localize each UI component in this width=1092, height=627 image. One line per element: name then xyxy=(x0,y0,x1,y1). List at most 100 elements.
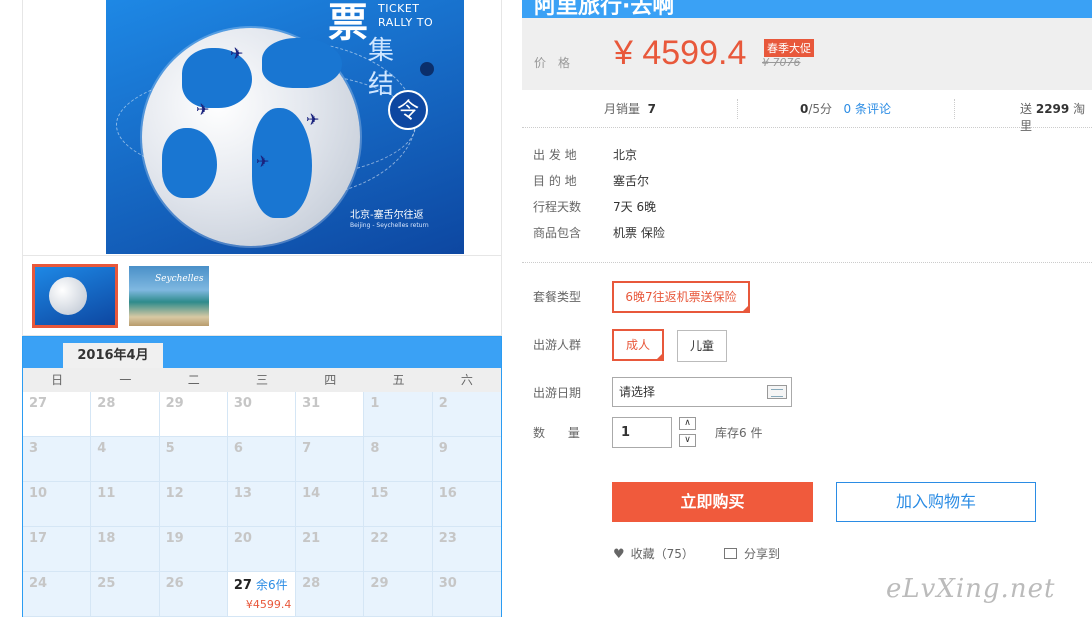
poster-badge: 令 xyxy=(388,90,428,130)
monthly-sales: 月销量 7 xyxy=(604,102,657,116)
calendar-day-cell: 17 xyxy=(23,527,92,572)
calendar-day-cell: 31 xyxy=(296,392,365,437)
calendar-day-number: 6 xyxy=(233,441,243,456)
calendar-day-cell: 8 xyxy=(364,437,433,482)
calendar-day-number: 9 xyxy=(438,441,448,456)
calendar-day-cell: 18 xyxy=(91,527,160,572)
calendar-day-cell: 25 xyxy=(91,572,160,617)
watermark: eLvXing.net xyxy=(886,574,1056,604)
calendar-day-cell: 6 xyxy=(227,437,297,482)
reviews-link[interactable]: 0 条评论 xyxy=(844,102,891,116)
weekday-label: 五 xyxy=(392,373,405,387)
calendar-weekdays: 日 一 二 三 四 五 六 xyxy=(23,368,501,392)
date-picker-input[interactable]: 请选择 xyxy=(612,377,792,407)
calendar-day-cell: 2 xyxy=(432,392,501,437)
airplane-icon: ✈ xyxy=(256,152,270,171)
calendar-day-cell: 7 xyxy=(296,437,365,482)
calendar-day-number: 15 xyxy=(370,486,389,501)
calendar-day-cell: 3 xyxy=(23,437,92,482)
calendar-day-cell: 22 xyxy=(364,527,433,572)
thumbnail-beach[interactable]: Seychelles xyxy=(129,266,209,326)
calendar-day-number: 16 xyxy=(438,486,457,501)
calendar-day-cell: 29 xyxy=(364,572,433,617)
weekday-label: 二 xyxy=(187,373,200,387)
info-row-destination: 目 的 地塞舌尔 xyxy=(533,174,650,188)
quantity-label: 数 量 xyxy=(533,426,580,440)
main-image-frame: ✈ ✈ ✈ ✈ 票 TICKET RALLY TO 集 结 令 北京-塞舌尔往返… xyxy=(22,0,502,256)
calendar-day-cell: 24 xyxy=(23,572,92,617)
package-option[interactable]: 6晚7往返机票送保险 xyxy=(612,281,750,313)
price-label: 价格 xyxy=(534,56,583,70)
product-title: 阿里旅行·去啊 xyxy=(534,0,675,18)
calendar-day-number: 30 xyxy=(438,576,457,591)
calendar-day-number: 13 xyxy=(233,486,252,501)
calendar-day-cell: 27 xyxy=(23,392,92,437)
quantity-increase-button[interactable]: ∧ xyxy=(679,417,696,430)
calendar-day-cell: 30 xyxy=(227,392,297,437)
globe-graphic xyxy=(142,28,360,246)
calendar-day-price: ¥4599.4 xyxy=(245,598,292,611)
calendar-day-number: 14 xyxy=(302,486,321,501)
weekday-label: 四 xyxy=(324,373,337,387)
traveler-child-option[interactable]: 儿童 xyxy=(677,330,727,362)
airplane-icon: ✈ xyxy=(306,110,320,129)
calendar-day-cell: 26 xyxy=(159,572,228,617)
calendar-day-number: 27 xyxy=(233,578,252,593)
calendar-day-number: 27 xyxy=(29,396,48,411)
decor-dot xyxy=(420,62,434,76)
calendar-day-number: 23 xyxy=(438,531,457,546)
calendar-day-number: 4 xyxy=(97,441,107,456)
route-label: 北京-塞舌尔往返 xyxy=(350,210,424,221)
thumbnail-globe[interactable] xyxy=(32,264,118,328)
calendar-header: 2016年4月 xyxy=(23,337,501,368)
calendar-day-number: 29 xyxy=(165,396,184,411)
calendar-day-number: 22 xyxy=(370,531,389,546)
calendar-day-number: 30 xyxy=(233,396,252,411)
favorite-button[interactable]: ♥ 收藏（75） xyxy=(613,545,694,562)
calendar-day-number: 3 xyxy=(29,441,39,456)
weekday-label: 日 xyxy=(51,373,64,387)
weekday-label: 三 xyxy=(255,373,268,387)
calendar-day-cell: 16 xyxy=(432,482,501,527)
share-button[interactable]: 分享到 xyxy=(724,545,780,562)
points-reward: 送 2299 淘里 xyxy=(1020,102,1086,133)
calendar-day-cell[interactable]: 27 余6件 ¥4599.4 xyxy=(227,572,297,617)
buy-now-button[interactable]: 立即购买 xyxy=(612,482,813,522)
calendar-month-tab[interactable]: 2016年4月 xyxy=(63,343,163,368)
calendar-day-number: 10 xyxy=(29,486,48,501)
promo-badge: 春季大促 xyxy=(764,39,814,57)
calendar-day-cell: 30 xyxy=(432,572,501,617)
stock-info: 库存6 件 xyxy=(715,426,763,440)
calendar-day-number: 20 xyxy=(233,531,252,546)
calendar-day-cell: 29 xyxy=(159,392,228,437)
info-row-includes: 商品包含 机票 保险 xyxy=(533,226,665,240)
calendar-grid: 27 28 29 30 31 1 2 3 4 5 6 7 8 9 10 11 12 13 14 15 16 17 18 19 2… xyxy=(23,392,501,617)
calendar-day-cell: 21 xyxy=(296,527,365,572)
date-label: 出游日期 xyxy=(533,386,582,400)
calendar-day-cell: 14 xyxy=(296,482,365,527)
departure-calendar: 2016年4月 日 一 二 三 四 五 六 27 28 29 30 31 1 2 3 4 5 6 7 8… xyxy=(22,336,502,617)
calendar-day-number: 12 xyxy=(165,486,184,501)
rating: 0/5分 0 条评论 xyxy=(800,102,891,116)
traveler-adult-option[interactable]: 成人 xyxy=(612,329,664,361)
calendar-day-cell: 20 xyxy=(227,527,297,572)
calendar-day-number: 25 xyxy=(97,576,116,591)
calendar-day-cell: 11 xyxy=(91,482,160,527)
calendar-day-cell: 5 xyxy=(159,437,228,482)
calendar-day-cell: 1 xyxy=(364,392,433,437)
sales-stats: 月销量 7 0/5分 0 条评论 送 2299 淘里 xyxy=(522,90,1092,133)
heart-icon: ♥ xyxy=(613,547,625,562)
quantity-decrease-button[interactable]: ∨ xyxy=(679,434,696,447)
calendar-icon[interactable] xyxy=(767,385,787,399)
calendar-day-cell: 23 xyxy=(432,527,501,572)
quantity-input[interactable]: 1 xyxy=(612,417,672,448)
calendar-day-cell: 19 xyxy=(159,527,228,572)
calendar-day-number: 17 xyxy=(29,531,48,546)
info-row-departure: 出 发 地北京 xyxy=(533,148,638,162)
calendar-day-cell: 28 xyxy=(91,392,160,437)
share-icon xyxy=(724,548,737,559)
poster-title: 票 xyxy=(328,0,368,46)
add-to-cart-button[interactable]: 加入购物车 xyxy=(836,482,1036,522)
traveler-label: 出游人群 xyxy=(533,338,582,352)
calendar-day-number: 19 xyxy=(165,531,184,546)
